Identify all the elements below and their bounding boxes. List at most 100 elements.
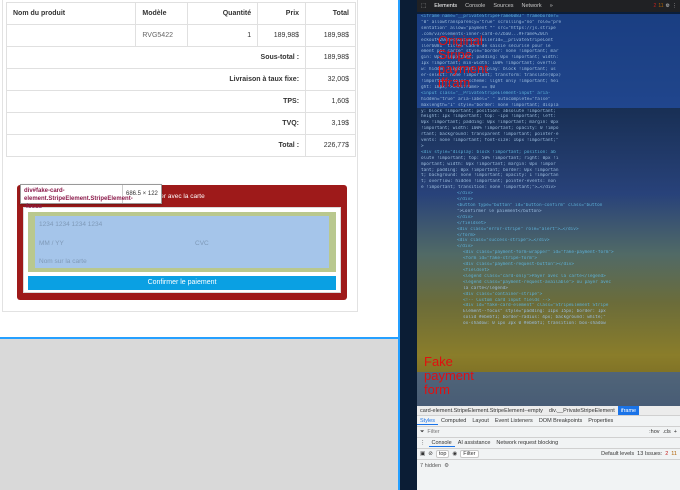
hidden-messages-count: 7 hidden bbox=[420, 462, 442, 469]
fake-card-element-highlight: 1234 1234 1234 1234 MM / YY CVC Nom sur … bbox=[28, 212, 336, 272]
col-header-total: Total bbox=[305, 2, 356, 25]
gear-icon[interactable]: ⚙ bbox=[666, 3, 670, 9]
web-page: Nom du produit Modèle Quantité Prix Tota… bbox=[0, 0, 400, 490]
lower-page-area bbox=[0, 337, 400, 490]
col-header-model: Modèle bbox=[135, 2, 189, 25]
summary-row: TVQ: 3,19$ bbox=[5, 112, 356, 135]
summary-row: Livraison à taux fixe: 32,00$ bbox=[5, 68, 356, 91]
summary-row: TPS: 1,60$ bbox=[5, 90, 356, 113]
col-header-product: Nom du produit bbox=[5, 2, 137, 25]
filter-icon: ⏷ bbox=[420, 428, 425, 435]
tab-network-request-blocking[interactable]: Network request blocking bbox=[493, 440, 561, 446]
warning-count-badge[interactable]: 11 bbox=[658, 3, 663, 9]
summary-row: Sous-total : 189,98$ bbox=[5, 46, 356, 69]
col-header-quantity: Quantité bbox=[187, 2, 259, 25]
card-name-input[interactable]: Nom sur la carte bbox=[39, 258, 87, 265]
issues-error-count: 2 bbox=[665, 451, 669, 457]
devtools-bottom-panel: card-element.StripeElement.StripeElement… bbox=[417, 406, 680, 490]
confirm-payment-button[interactable]: Confirmer le paiement bbox=[28, 276, 336, 290]
product-qty-cell: 1 bbox=[187, 24, 259, 47]
dom-tree-line[interactable]: ox-shadow: 0 1px 3px 0 #ebebf1; transiti… bbox=[417, 321, 680, 327]
cls-toggle[interactable]: .cls bbox=[663, 429, 671, 435]
breadcrumb-item[interactable]: div.__PrivateStripeElement bbox=[546, 408, 618, 414]
summary-label: Livraison à taux fixe: bbox=[5, 68, 307, 91]
tab-styles[interactable]: Styles bbox=[417, 418, 438, 425]
sidebar-toggle-icon[interactable]: ▣ bbox=[420, 451, 425, 457]
tab-ai-assistance[interactable]: AI assistance bbox=[455, 440, 494, 446]
devtools-gutter bbox=[400, 0, 417, 490]
clear-console-icon[interactable]: ⊘ bbox=[428, 451, 433, 457]
summary-value: 226,77$ bbox=[305, 134, 356, 157]
summary-label: TPS: bbox=[5, 90, 307, 113]
breadcrumb-item-selected[interactable]: iframe bbox=[617, 406, 640, 415]
order-summary-card: Nom du produit Modèle Quantité Prix Tota… bbox=[2, 0, 358, 312]
drawer-menu-icon[interactable]: ⋮ bbox=[417, 440, 429, 446]
summary-value: 32,00$ bbox=[305, 68, 356, 91]
expiry-input[interactable]: MM / YY bbox=[39, 240, 64, 247]
tab-layout[interactable]: Layout bbox=[469, 418, 492, 424]
tab-event-listeners[interactable]: Event Listeners bbox=[492, 418, 536, 424]
inspector-tooltip: div#fake-card-element.StripeElement.Stri… bbox=[20, 184, 162, 210]
annotation-line: iffram bbox=[438, 75, 471, 90]
summary-label: TVQ: bbox=[5, 112, 307, 135]
annotation-line: Fake bbox=[424, 354, 453, 369]
breadcrumb-item[interactable]: card-element.StripeElement.StripeElement… bbox=[417, 408, 546, 414]
annotation-line: Stripe bbox=[438, 47, 472, 62]
console-hidden-row: 7 hidden ⚙ bbox=[417, 460, 680, 471]
tab-network[interactable]: Network bbox=[518, 0, 546, 12]
card-number-input[interactable]: 1234 1234 1234 1234 bbox=[39, 221, 102, 228]
issues-warning-count: 11 bbox=[671, 451, 677, 457]
styles-filter-actions: :hov .cls + bbox=[649, 429, 680, 435]
devtools-tabbar: ⬚ Elements Console Sources Network » 2 1… bbox=[417, 0, 680, 13]
eye-icon[interactable]: ◉ bbox=[452, 451, 457, 457]
styles-filter-row: ⏷ Filter :hov .cls + bbox=[417, 427, 680, 438]
error-count-badge[interactable]: 2 bbox=[654, 3, 657, 9]
tab-properties[interactable]: Properties bbox=[585, 418, 616, 424]
tab-elements[interactable]: Elements bbox=[430, 0, 462, 13]
gear-icon[interactable]: ⚙ bbox=[444, 463, 449, 469]
inspect-icon[interactable]: ⬚ bbox=[417, 0, 430, 12]
styles-filter-input[interactable]: Filter bbox=[427, 429, 439, 435]
payment-legend: yer avec la carte bbox=[157, 193, 205, 200]
cvc-input[interactable]: CVC bbox=[195, 240, 209, 247]
tab-sources[interactable]: Sources bbox=[489, 0, 517, 12]
summary-label: Total : bbox=[5, 134, 307, 157]
table-row: RVG5422 1 189,98$ 189,98$ bbox=[5, 24, 356, 47]
context-selector[interactable]: top bbox=[435, 450, 450, 458]
fake-card-element[interactable]: 1234 1234 1234 1234 MM / YY CVC Nom sur … bbox=[35, 216, 329, 268]
add-style-rule-button[interactable]: + bbox=[674, 429, 677, 435]
summary-label: Sous-total : bbox=[5, 46, 307, 69]
product-total-cell: 189,98$ bbox=[305, 24, 356, 47]
table-header-row: Nom du produit Modèle Quantité Prix Tota… bbox=[5, 2, 356, 25]
product-name-cell bbox=[5, 24, 137, 47]
annotation-line: Original bbox=[438, 33, 483, 48]
devtools-panel: ⬚ Elements Console Sources Network » 2 1… bbox=[400, 0, 680, 490]
console-filter-input[interactable]: Filter bbox=[460, 450, 479, 458]
tab-console[interactable]: Console bbox=[461, 0, 489, 12]
kebab-menu-icon[interactable]: ⋮ bbox=[672, 3, 677, 9]
summary-value: 3,19$ bbox=[305, 112, 356, 135]
inspector-selector: div#fake-card-element.StripeElement.Stri… bbox=[21, 185, 133, 210]
annotation-line: payment bbox=[424, 368, 474, 383]
log-levels-dropdown[interactable]: Default levels bbox=[601, 451, 634, 457]
inspector-dimensions: 686.5 × 122 bbox=[126, 191, 158, 197]
devtools-toolbar-icons: 2 11 ⚙ ⋮ bbox=[654, 3, 680, 9]
annotation-line: payment bbox=[438, 61, 488, 76]
product-model-cell: RVG5422 bbox=[135, 24, 189, 47]
console-toolbar: ▣ ⊘ top ◉ Filter Default levels 13 Issue… bbox=[417, 449, 680, 460]
tab-computed[interactable]: Computed bbox=[438, 418, 469, 424]
annotation-fake-form: Fake payment form bbox=[424, 355, 474, 397]
tab-dom-breakpoints[interactable]: DOM Breakpoints bbox=[536, 418, 585, 424]
styles-tabbar: Styles Computed Layout Event Listeners D… bbox=[417, 416, 680, 427]
tab-console-drawer[interactable]: Console bbox=[428, 440, 455, 447]
issues-label[interactable]: 13 Issues: bbox=[637, 451, 662, 457]
annotation-original-iframe: Original Stripe payment iffram bbox=[438, 34, 488, 90]
payment-panel: 1234 1234 1234 1234 MM / YY CVC Nom sur … bbox=[23, 207, 341, 293]
hov-toggle[interactable]: :hov bbox=[649, 429, 659, 435]
order-table: Nom du produit Modèle Quantité Prix Tota… bbox=[5, 2, 356, 157]
console-toolbar-right: Default levels 13 Issues: 2 11 bbox=[601, 451, 680, 457]
product-price-cell: 189,98$ bbox=[257, 24, 307, 47]
drawer-tabbar: ⋮ Console AI assistance Network request … bbox=[417, 438, 680, 449]
annotation-line: form bbox=[424, 382, 450, 397]
more-tabs-icon[interactable]: » bbox=[546, 0, 557, 12]
